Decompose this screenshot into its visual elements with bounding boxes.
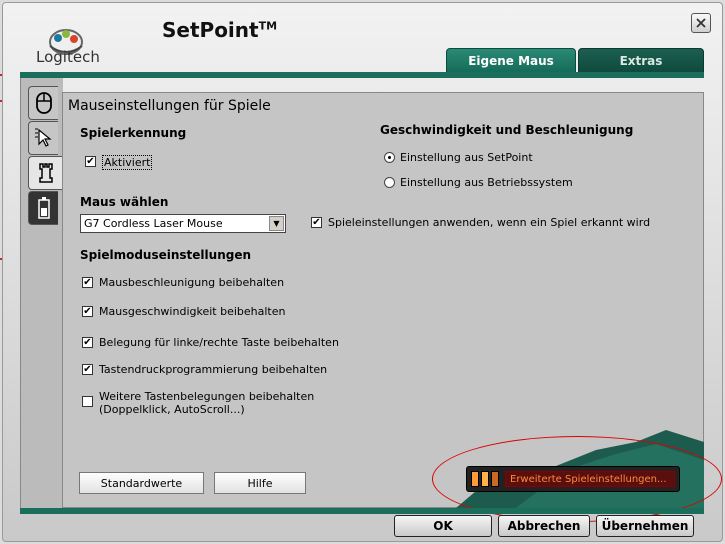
help-button[interactable]: Hilfe <box>214 472 306 494</box>
tab-eigene-maus[interactable]: Eigene Maus <box>446 48 576 73</box>
close-icon <box>696 18 706 28</box>
checkbox-box[interactable]: ✔ <box>82 277 93 288</box>
mode-checkbox-buttons[interactable]: ✔ Belegung für linke/rechte Taste beibeh… <box>82 336 339 349</box>
mode-checkbox-keystrokes[interactable]: ✔ Tastendruckprogrammierung beibehalten <box>82 363 327 376</box>
checkbox-label: Mausbeschleunigung beibehalten <box>99 276 285 289</box>
side-tab-battery[interactable] <box>28 191 58 225</box>
checkbox-label: Belegung für linke/rechte Taste beibehal… <box>99 336 339 349</box>
checkbox-box[interactable]: ✔ <box>82 337 93 348</box>
checkbox-label: Weitere Tastenbelegungen beibehalten (Do… <box>99 390 315 416</box>
brand-name: Logitech <box>36 48 100 66</box>
select-value: G7 Cordless Laser Mouse <box>84 217 223 230</box>
side-tab-mouse[interactable] <box>28 86 58 120</box>
mouse-icon <box>35 92 52 114</box>
apply-game-settings-checkbox[interactable]: ✔ Spieleinstellungen anwenden, wenn ein … <box>311 216 650 229</box>
detection-title: Spielerkennung <box>80 126 187 140</box>
radio-button[interactable] <box>384 177 395 188</box>
checkbox-box[interactable]: ✔ <box>82 306 93 317</box>
checkbox-label: Aktiviert <box>102 155 153 170</box>
modes-title: Spielmoduseinstellungen <box>80 248 252 262</box>
checkbox-label: Spieleinstellungen anwenden, wenn ein Sp… <box>328 216 651 229</box>
mode-checkbox-acceleration[interactable]: ✔ Mausbeschleunigung beibehalten <box>82 276 284 289</box>
defaults-button[interactable]: Standardwerte <box>79 472 204 494</box>
chess-rook-icon <box>39 163 53 183</box>
mouse-select-dropdown[interactable]: G7 Cordless Laser Mouse ▼ <box>80 214 286 233</box>
checkbox-box[interactable] <box>82 396 93 407</box>
radio-operating-system[interactable]: Einstellung aus Betriebssystem <box>384 176 573 189</box>
close-button[interactable] <box>691 13 711 33</box>
equalizer-icon <box>471 471 501 487</box>
speed-title: Geschwindigkeit und Beschleunigung <box>380 123 634 137</box>
checkbox-box[interactable]: ✔ <box>311 217 322 228</box>
battery-icon <box>37 197 50 219</box>
checkbox-box[interactable]: ✔ <box>85 156 96 167</box>
chevron-down-icon[interactable]: ▼ <box>269 216 284 231</box>
ok-button[interactable]: OK <box>394 515 492 537</box>
radio-setpoint[interactable]: Einstellung aus SetPoint <box>384 151 533 164</box>
tab-extras[interactable]: Extras <box>578 48 704 73</box>
checkbox-label: Tastendruckprogrammierung beibehalten <box>99 363 328 376</box>
mode-checkbox-other-assignments[interactable]: Weitere Tastenbelegungen beibehalten (Do… <box>82 390 352 416</box>
pointer-icon <box>34 128 52 147</box>
apply-button[interactable]: Übernehmen <box>596 515 694 537</box>
radio-label: Einstellung aus SetPoint <box>400 151 533 164</box>
tab-bar-divider <box>20 72 704 78</box>
radio-label: Einstellung aus Betriebssystem <box>400 176 573 189</box>
advanced-game-settings-button[interactable]: Erweiterte Spieleinstellungen... <box>466 466 680 492</box>
bottom-divider <box>20 508 704 514</box>
page-title: Mauseinstellungen für Spiele <box>68 98 271 114</box>
advanced-button-label: Erweiterte Spieleinstellungen... <box>505 471 675 487</box>
side-tab-pointer[interactable] <box>28 121 58 155</box>
checkbox-label: Mausgeschwindigkeit beibehalten <box>99 305 286 318</box>
side-tab-games[interactable] <box>28 156 63 190</box>
detection-enabled-checkbox[interactable]: ✔ Aktiviert <box>85 155 153 170</box>
mouse-select-title: Maus wählen <box>80 195 169 209</box>
cancel-button[interactable]: Abbrechen <box>498 515 590 537</box>
app-title: SetPointTM <box>162 18 278 42</box>
mode-checkbox-speed[interactable]: ✔ Mausgeschwindigkeit beibehalten <box>82 305 285 318</box>
radio-button[interactable] <box>384 152 395 163</box>
checkbox-box[interactable]: ✔ <box>82 364 93 375</box>
